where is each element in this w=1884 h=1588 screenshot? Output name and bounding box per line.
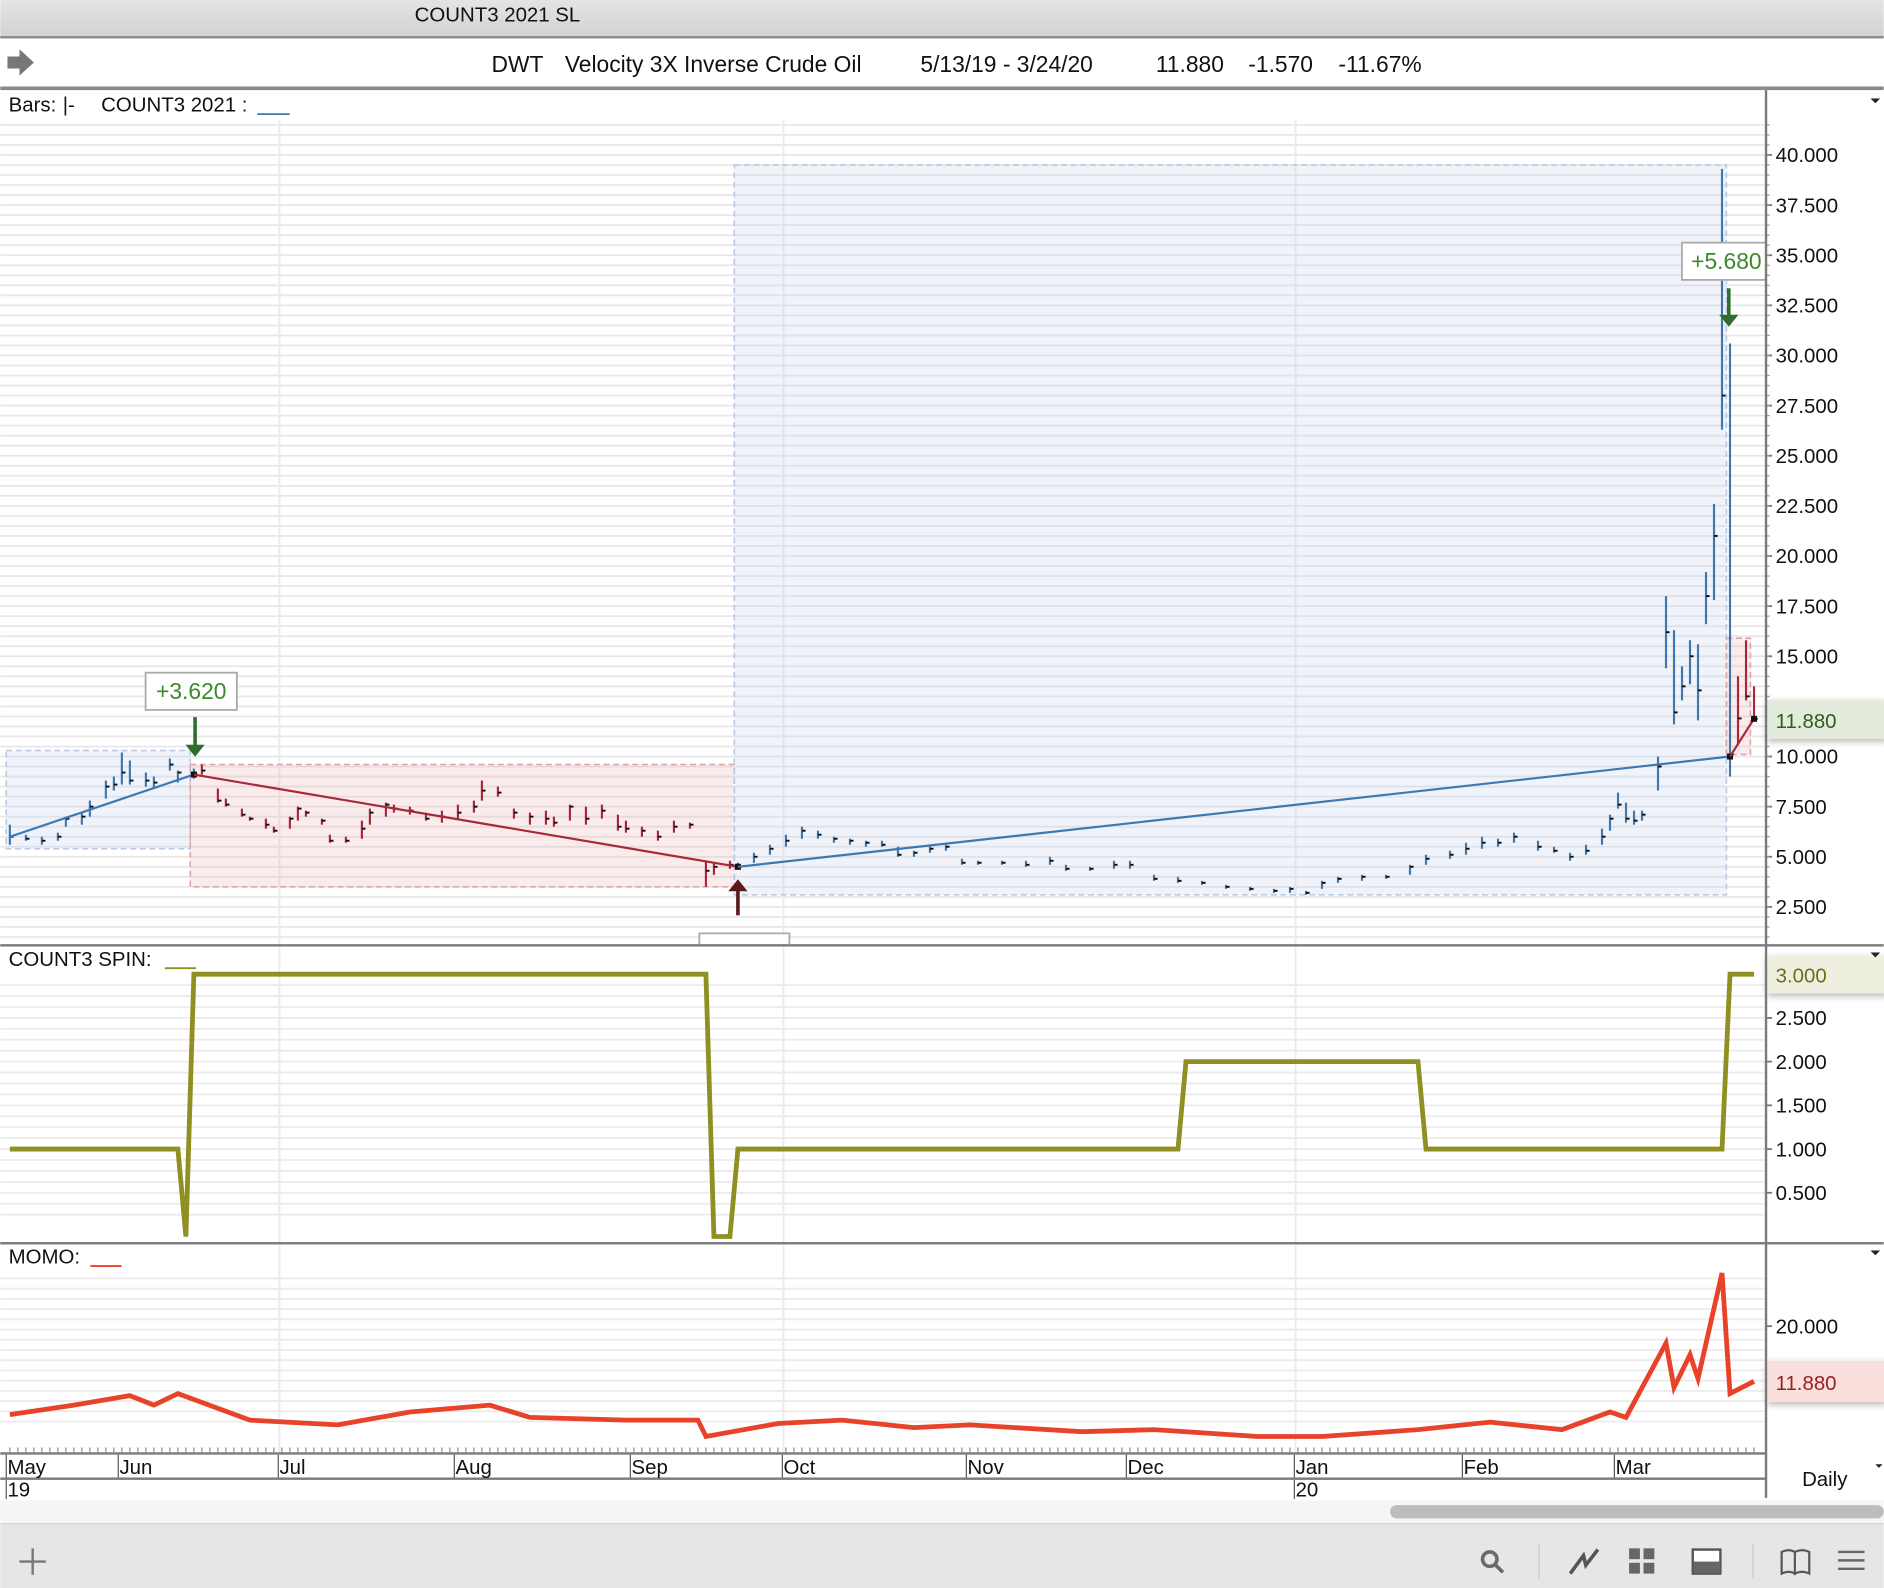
spin-tick-label: 0.500 — [1776, 1183, 1827, 1205]
price-tick-label: 2.500 — [1776, 897, 1827, 919]
divider — [0, 1477, 1767, 1480]
last-momo-label: 11.880 — [1776, 1373, 1837, 1395]
window-title: COUNT3 2021 SL — [415, 5, 581, 27]
price-tick-label: 7.500 — [1776, 797, 1827, 819]
last-price-label: 11.880 — [1776, 711, 1837, 733]
divider — [0, 36, 1884, 39]
spin-tick-label: 2.000 — [1776, 1052, 1827, 1074]
price-tick-label: 40.000 — [1776, 145, 1838, 167]
month-label: Oct — [784, 1457, 816, 1479]
month-label: Feb — [1464, 1457, 1499, 1479]
bottom-toolbar — [0, 1524, 1884, 1588]
price-tick-label: 27.500 — [1776, 396, 1838, 418]
long-trade-box — [733, 164, 1728, 896]
divider — [0, 1452, 1767, 1455]
spin-tick-label: 1.500 — [1776, 1096, 1827, 1118]
bars-label: Bars: — [9, 95, 57, 117]
panel-menu-icon[interactable] — [1870, 98, 1881, 104]
momo-tick-label: 20.000 — [1776, 1316, 1838, 1338]
header-info: DWT Velocity 3X Inverse Crude Oil 5/13/1… — [492, 51, 1422, 77]
divider — [0, 1523, 1884, 1525]
year-label: 19 — [7, 1480, 30, 1502]
timeframe-selector[interactable]: Daily — [1802, 1469, 1848, 1491]
last-spin-label: 3.000 — [1776, 966, 1827, 988]
price-tick-label: 17.500 — [1776, 596, 1838, 618]
panel-menu-icon[interactable] — [1870, 1250, 1881, 1256]
month-label: Jan — [1296, 1457, 1329, 1479]
price-tick-label: 35.000 — [1776, 245, 1838, 267]
panel-divider[interactable] — [0, 1242, 1884, 1245]
price-tick-label: 32.500 — [1776, 296, 1838, 318]
security-name: Velocity 3X Inverse Crude Oil — [565, 51, 862, 77]
price-tick-label: 10.000 — [1776, 747, 1838, 769]
clipped-label-box — [698, 932, 791, 945]
long-trade-box — [5, 749, 192, 850]
arrow-right-icon[interactable] — [7, 49, 34, 76]
gain-label: +5.680 — [1691, 248, 1761, 274]
chart-window: COUNT3 2021 SL DWT Velocity 3X Inverse C… — [0, 0, 1884, 1588]
scrollbar-thumb[interactable] — [1390, 1505, 1884, 1519]
month-label: Jun — [119, 1457, 152, 1479]
price-legend: Bars: |- COUNT3 2021 : — [9, 95, 248, 117]
panel-divider[interactable] — [0, 944, 1884, 947]
price-tick-label: 5.000 — [1776, 847, 1827, 869]
price-tick-label: 20.000 — [1776, 546, 1838, 568]
momo-legend: MOMO: — [9, 1247, 80, 1269]
year-label: 20 — [1296, 1480, 1319, 1502]
spin-tick-label: 2.500 — [1776, 1008, 1827, 1030]
study-label: COUNT3 2021 : — [101, 95, 247, 117]
price-tick-label: 30.000 — [1776, 346, 1838, 368]
trade-point — [1751, 715, 1758, 722]
spin-legend: COUNT3 SPIN: — [9, 949, 152, 971]
date-axis: May Jun Jul Aug Sep Oct Nov Dec Jan Feb Mar 19 20 — [5, 1447, 1755, 1502]
plot-area: +3.620 +5.680 40.000 37.500 35.000 32.500 30.0… — [0, 120, 1884, 1453]
month-label: Mar — [1616, 1457, 1651, 1479]
month-label: Sep — [632, 1457, 668, 1479]
divider — [0, 86, 1884, 91]
month-label: May — [7, 1457, 46, 1479]
gain-label: +3.620 — [156, 678, 226, 704]
month-label: Jul — [279, 1457, 305, 1479]
price-tick-label: 37.500 — [1776, 195, 1838, 217]
symbol: DWT — [492, 51, 544, 77]
month-label: Dec — [1128, 1457, 1164, 1479]
bars-glyph: |- — [63, 95, 75, 117]
title-bar — [0, 0, 1884, 38]
chevron-down-icon[interactable] — [1875, 1464, 1883, 1468]
net-change: -1.570 — [1248, 51, 1313, 77]
panel-icon[interactable] — [1691, 1548, 1722, 1575]
month-label: Nov — [968, 1457, 1005, 1479]
pct-change: -11.67% — [1338, 51, 1421, 77]
last-price: 11.880 — [1156, 51, 1224, 77]
short-trade-box — [189, 763, 736, 888]
month-label: Aug — [455, 1457, 491, 1479]
spin-tick-label: 1.000 — [1776, 1139, 1827, 1161]
price-tick-label: 22.500 — [1776, 496, 1838, 518]
date-range: 5/13/19 - 3/24/20 — [920, 51, 1092, 77]
value-axis-line — [1764, 90, 1768, 1498]
price-tick-label: 25.000 — [1776, 446, 1838, 468]
price-tick-label: 15.000 — [1776, 646, 1838, 668]
